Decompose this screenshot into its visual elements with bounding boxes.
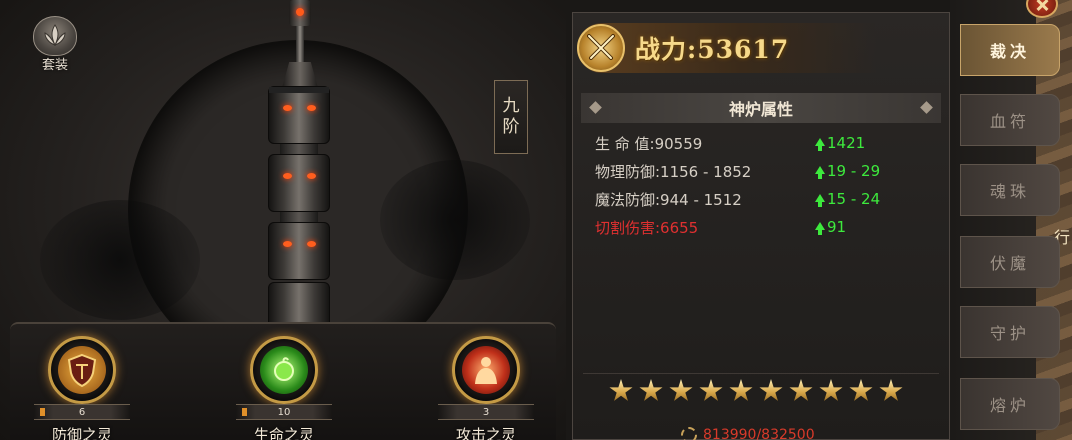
star-icon [879,379,903,401]
tab-label: 熔炉 [989,396,1030,415]
spirit-level: 3 [482,406,490,418]
star-icon [849,379,873,401]
spirit-level-strip: 6 [34,404,130,420]
tower-cap [282,62,318,88]
tab-label: 守护 [989,324,1030,343]
tab-fumo[interactable]: 伏魔 [960,236,1060,288]
tab-label: 魂珠 [989,182,1030,201]
tier-char: 九 [502,96,520,116]
spirit-name: 防御之灵 [51,426,112,440]
spirit-bar: 6 防御之灵 10 生命之灵 3 攻击之灵 [10,322,556,440]
attribute-gain: 1421 [815,134,865,152]
star-icon [609,379,633,401]
attribute-row: 物理防御:1156 - 1852 19 - 29 [595,157,935,185]
diamond-icon [589,101,602,114]
gear-icon [681,427,697,440]
lotus-icon [33,16,77,56]
tab-hunzhu[interactable]: 魂珠 [960,164,1060,216]
star-icon [789,379,813,401]
tower-segment [268,222,330,280]
attribute-label: 物理防御:1156 - 1852 [595,162,752,181]
spirit-orb[interactable] [452,336,520,404]
up-arrow-icon [815,166,825,179]
attribute-label: 切割伤害:6655 [595,218,699,237]
spirit-level-strip: 10 [236,404,332,420]
tower-shaft [280,212,318,222]
divider [583,373,939,374]
attribute-gain: 15 - 24 [815,190,880,208]
tab-label: 血符 [989,112,1030,131]
crossed-swords-icon [577,24,625,72]
suit-button[interactable]: 套装 [28,16,82,76]
up-arrow-icon [815,194,825,207]
tower-segment [268,154,330,212]
spirit-life[interactable]: 10 生命之灵 [236,336,332,440]
tier-char: 阶 [502,117,520,137]
gain-value: 1421 [827,134,866,152]
attribute-label: 魔法防御:944 - 1512 [595,190,742,209]
gain-value: 19 - 29 [827,162,881,180]
spirit-level: 6 [78,406,86,418]
star-icon [639,379,663,401]
suit-label: 套装 [41,58,68,73]
spirit-orb[interactable] [250,336,318,404]
up-arrow-icon [815,138,825,151]
star-icon [699,379,723,401]
spirit-level-strip: 3 [438,404,534,420]
attribute-row: 魔法防御:944 - 1512 15 - 24 [595,185,935,213]
smoke-effect [40,200,200,320]
tower-segment [268,86,330,144]
attribute-panel: 战力:53617 神炉属性 生 命 值:90559 1421 物理防御:1156… [572,12,950,440]
attribute-title: 神炉属性 [728,100,793,119]
attribute-row: 切割伤害:6655 91 [595,213,935,241]
spirit-name: 生命之灵 [253,426,314,440]
tier-tag: 九 阶 [494,80,528,154]
spirit-defense[interactable]: 6 防御之灵 [34,336,130,440]
attack-figure-icon [462,346,510,394]
tab-caijue[interactable]: 裁决 [960,24,1060,76]
gain-value: 91 [827,218,847,236]
spirit-orb[interactable] [48,336,116,404]
star-icon [729,379,753,401]
spirit-level: 10 [277,406,291,418]
attribute-label: 生 命 值:90559 [595,134,703,153]
star-icon [669,379,693,401]
attribute-gain: 19 - 29 [815,162,880,180]
power-label: 战力: [635,35,698,64]
star-icon [819,379,843,401]
forge-tower [262,0,336,330]
power-banner: 战力:53617 [577,23,877,73]
smoke-effect [380,160,530,280]
star-rating [609,379,903,403]
attribute-header: 神炉属性 [581,93,941,123]
tab-label: 裁决 [989,42,1030,61]
tower-tip [289,0,311,26]
spirit-name: 攻击之灵 [455,426,516,440]
exp-value: 813990/832500 [703,427,815,440]
gain-value: 15 - 24 [827,190,881,208]
diamond-icon [920,101,933,114]
attribute-list: 生 命 值:90559 1421 物理防御:1156 - 1852 19 - 2… [595,129,935,241]
shield-icon [58,346,106,394]
power-number: 53617 [697,35,790,64]
star-icon [759,379,783,401]
tab-shouhu[interactable]: 守护 [960,306,1060,358]
life-orb-icon [260,346,308,394]
tab-xuefu[interactable]: 血符 [960,94,1060,146]
spirit-attack[interactable]: 3 攻击之灵 [438,336,534,440]
up-arrow-icon [815,222,825,235]
attribute-gain: 91 [815,218,846,236]
power-value: 战力:53617 [635,30,789,66]
forge-showcase: 套装 九 阶 6 防御之灵 10 生命之灵 3 攻击之灵 [0,0,566,440]
tab-ronglu[interactable]: 熔炉 [960,378,1060,430]
exp-progress: 813990/832500 [681,427,815,440]
attribute-row: 生 命 值:90559 1421 [595,129,935,157]
tower-shaft [280,144,318,154]
tab-label: 伏魔 [989,254,1030,273]
